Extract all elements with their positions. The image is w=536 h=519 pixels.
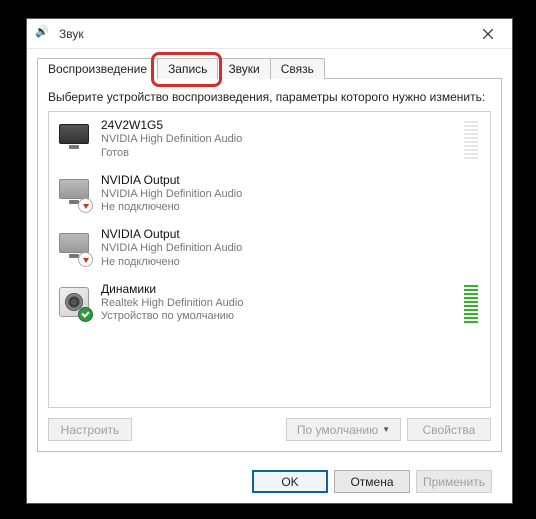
window-title: Звук	[59, 27, 84, 41]
tab-communications[interactable]: Связь	[270, 58, 325, 79]
panel-button-row: Настроить По умолчанию ▼ Свойства	[48, 418, 491, 441]
default-button[interactable]: По умолчанию ▼	[286, 418, 401, 441]
device-name: Динамики	[101, 282, 454, 297]
configure-button[interactable]: Настроить	[48, 418, 132, 441]
properties-button[interactable]: Свойства	[407, 418, 491, 441]
chevron-down-icon: ▼	[382, 425, 390, 434]
button-label: По умолчанию	[297, 423, 378, 437]
device-name: 24V2W1G5	[101, 118, 454, 133]
button-label: Свойства	[423, 423, 476, 437]
tab-strip: Воспроизведение Запись Звуки Связь	[37, 57, 502, 79]
apply-button[interactable]: Применить	[416, 470, 492, 493]
speaker-icon	[37, 27, 51, 41]
device-row[interactable]: NVIDIA Output NVIDIA High Definition Aud…	[49, 221, 490, 276]
level-meter	[464, 119, 478, 159]
device-driver: NVIDIA High Definition Audio	[101, 188, 482, 202]
tab-recording[interactable]: Запись	[157, 58, 218, 79]
titlebar[interactable]: Звук	[27, 19, 512, 49]
device-row[interactable]: NVIDIA Output NVIDIA High Definition Aud…	[49, 167, 490, 222]
device-driver: NVIDIA High Definition Audio	[101, 242, 482, 256]
sound-dialog: Звук Воспроизведение Запись Звуки Связь	[26, 18, 513, 504]
button-label: Отмена	[350, 475, 393, 489]
button-label: OK	[281, 475, 298, 489]
tab-panel-playback: Выберите устройство воспроизведения, пар…	[37, 78, 502, 452]
device-name: NVIDIA Output	[101, 227, 482, 242]
dialog-body: Воспроизведение Запись Звуки Связь Выбер…	[27, 49, 512, 503]
ok-button[interactable]: OK	[252, 470, 328, 493]
device-status: Не подключено	[101, 201, 482, 215]
device-row[interactable]: Динамики Realtek High Definition Audio У…	[49, 276, 490, 331]
dialog-button-row: OK Отмена Применить	[37, 460, 502, 493]
button-label: Настроить	[61, 423, 120, 437]
arrow-down-icon	[78, 252, 93, 267]
button-label: Применить	[423, 475, 485, 489]
device-icon-monitor	[57, 122, 91, 156]
device-driver: Realtek High Definition Audio	[101, 297, 454, 311]
tab-sounds[interactable]: Звуки	[217, 58, 270, 79]
tab-playback[interactable]: Воспроизведение	[37, 58, 158, 79]
device-text: 24V2W1G5 NVIDIA High Definition Audio Го…	[101, 118, 454, 161]
device-text: NVIDIA Output NVIDIA High Definition Aud…	[101, 227, 482, 270]
device-icon-monitor	[57, 231, 91, 265]
device-row[interactable]: 24V2W1G5 NVIDIA High Definition Audio Го…	[49, 112, 490, 167]
tab-label: Воспроизведение	[48, 62, 147, 76]
device-status: Не подключено	[101, 256, 482, 270]
device-name: NVIDIA Output	[101, 173, 482, 188]
check-icon	[78, 307, 93, 322]
device-status: Готов	[101, 147, 454, 161]
device-text: NVIDIA Output NVIDIA High Definition Aud…	[101, 173, 482, 216]
close-icon	[483, 29, 493, 39]
device-driver: NVIDIA High Definition Audio	[101, 133, 454, 147]
tab-label: Звуки	[228, 62, 259, 76]
arrow-down-icon	[78, 198, 93, 213]
device-icon-monitor	[57, 177, 91, 211]
device-status: Устройство по умолчанию	[101, 310, 454, 324]
device-text: Динамики Realtek High Definition Audio У…	[101, 282, 454, 325]
device-icon-speaker	[57, 286, 91, 320]
tab-label: Связь	[281, 62, 314, 76]
instruction-text: Выберите устройство воспроизведения, пар…	[48, 89, 491, 105]
level-meter	[464, 283, 478, 323]
device-list[interactable]: 24V2W1G5 NVIDIA High Definition Audio Го…	[48, 111, 491, 408]
cancel-button[interactable]: Отмена	[334, 470, 410, 493]
tab-label: Запись	[168, 62, 207, 76]
close-button[interactable]	[468, 20, 508, 48]
